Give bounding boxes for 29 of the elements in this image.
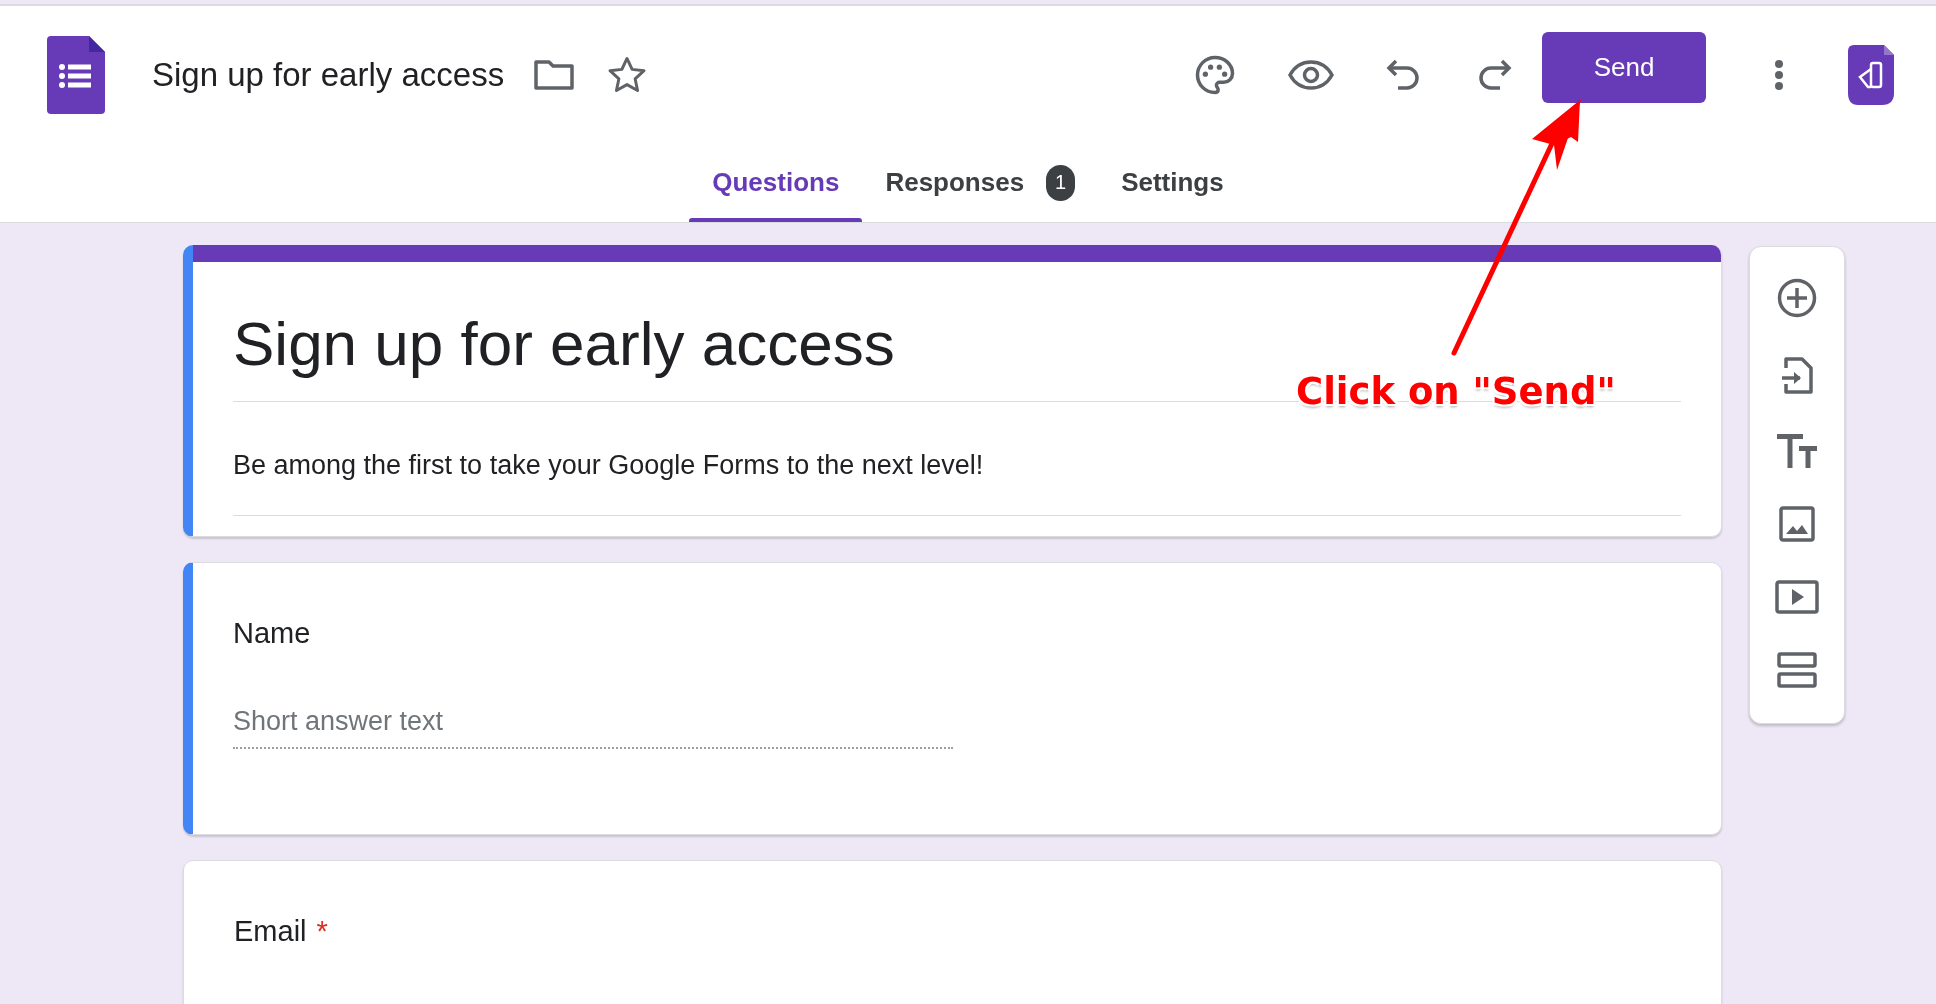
more-options-icon[interactable]: [1774, 58, 1784, 91]
video-icon[interactable]: [1775, 580, 1819, 614]
count-badge: 1: [1046, 164, 1076, 201]
required-asterisk: *: [316, 915, 328, 948]
tab[interactable]: Settings: [1098, 143, 1247, 222]
question-title: Name: [233, 617, 311, 650]
tab[interactable]: Questions: [689, 143, 863, 222]
annotation-text: Click on "Send": [1296, 370, 1616, 413]
image-icon[interactable]: [1779, 506, 1815, 542]
star-icon[interactable]: [607, 55, 648, 94]
import-file-icon[interactable]: [1780, 356, 1814, 396]
section-icon[interactable]: [1777, 652, 1817, 688]
form-description[interactable]: Be among the first to take your Google Forms to the next level!: [233, 402, 984, 515]
account-avatar-icon[interactable]: [1846, 42, 1896, 107]
palette-icon[interactable]: [1194, 53, 1236, 96]
folder-icon[interactable]: [534, 58, 575, 91]
form-title[interactable]: Sign up for early access: [152, 55, 505, 94]
send-button[interactable]: Send: [1542, 32, 1706, 103]
undo-icon[interactable]: [1386, 58, 1420, 91]
forms-logo-icon[interactable]: [47, 35, 105, 114]
add-question-icon[interactable]: [1777, 278, 1817, 318]
form-heading[interactable]: Sign up for early access: [233, 262, 895, 401]
question-card[interactable]: Name Short answer text: [183, 562, 1722, 835]
eye-icon[interactable]: [1288, 59, 1334, 90]
redo-icon[interactable]: [1478, 58, 1512, 91]
tab[interactable]: Responses 1: [862, 143, 1099, 222]
question-title: Email: [234, 915, 307, 948]
text-size-icon[interactable]: [1777, 434, 1817, 468]
question-card[interactable]: Email *: [183, 860, 1722, 1004]
